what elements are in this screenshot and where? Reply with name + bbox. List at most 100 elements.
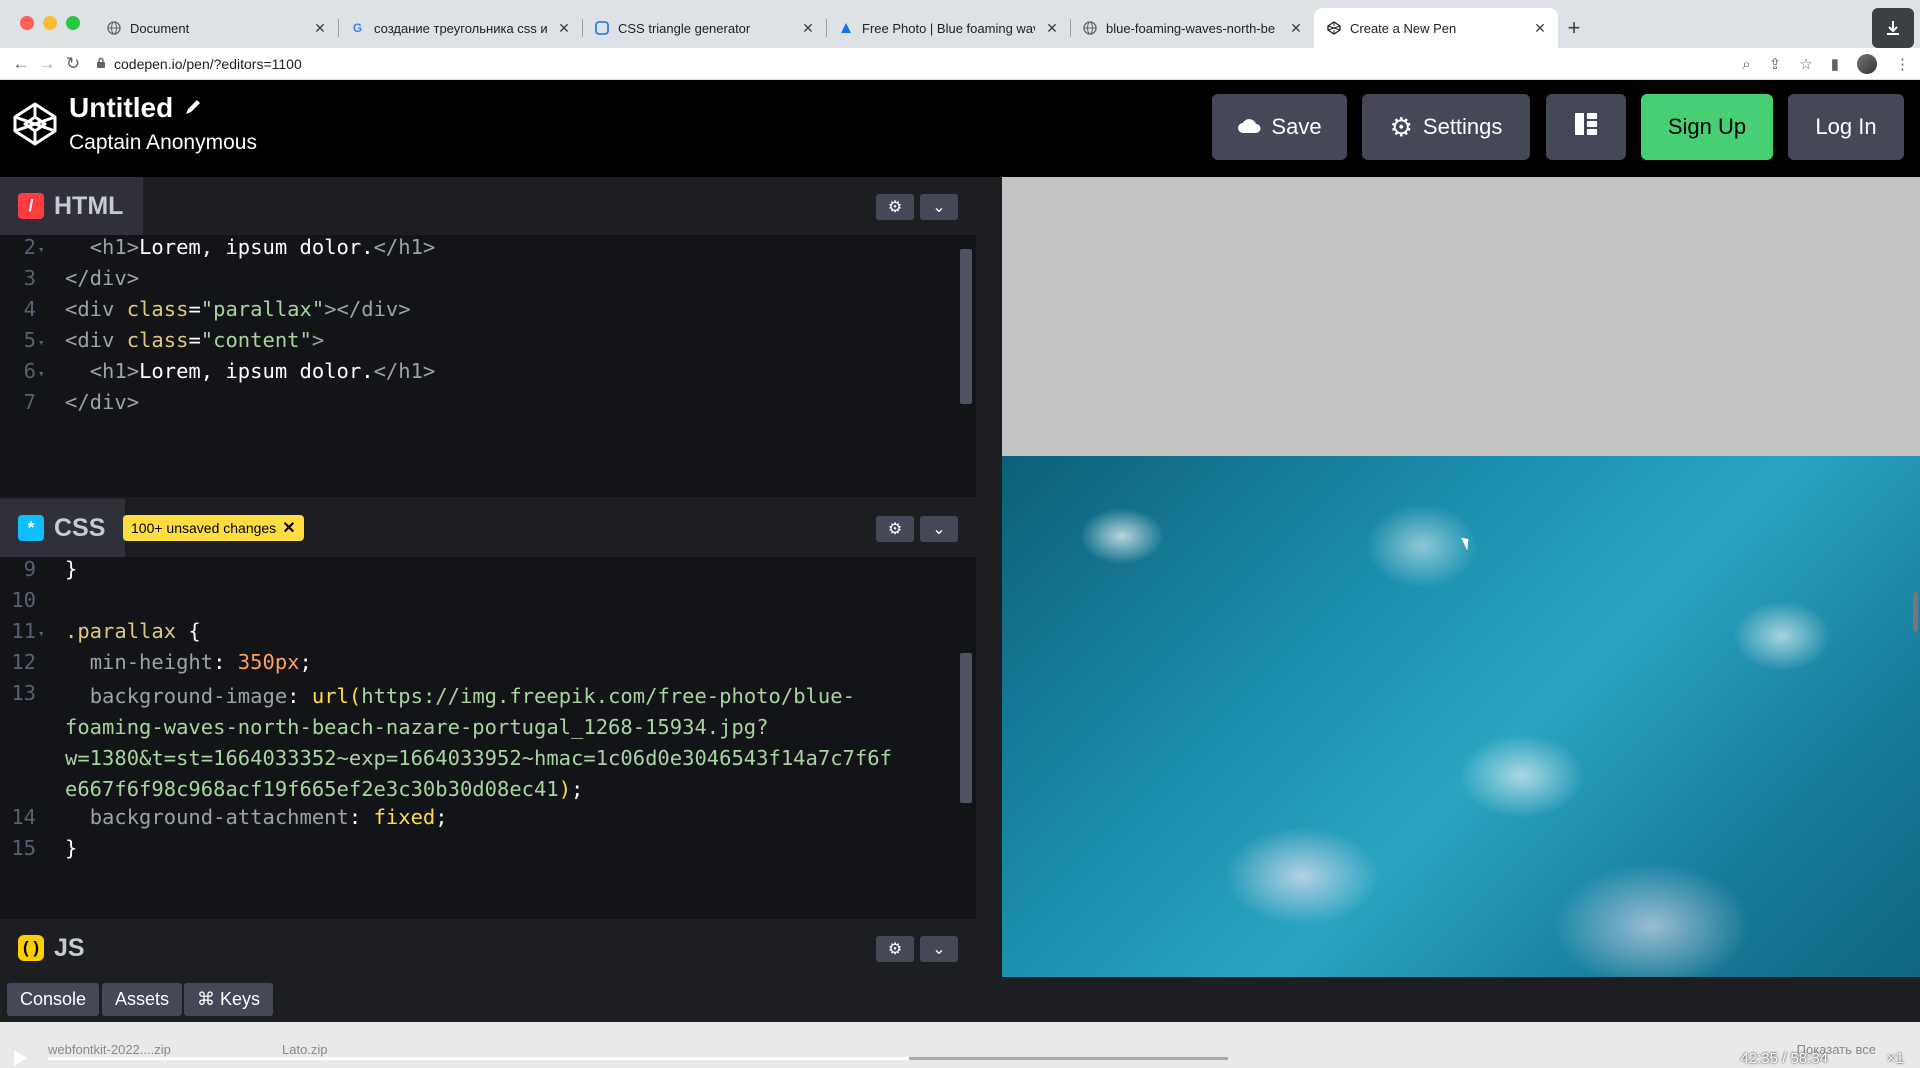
- download-item[interactable]: Lato.zip: [282, 1042, 328, 1057]
- edit-pencil-icon[interactable]: [183, 92, 203, 124]
- close-tab-icon[interactable]: ✕: [1044, 20, 1060, 37]
- css-editor-label: CSS: [54, 513, 106, 542]
- line-number: 14: [11, 805, 36, 829]
- close-tab-icon[interactable]: ✕: [556, 20, 572, 37]
- css-code-area[interactable]: 9} 10 11 ▾ .parallax { 12 min-height: 350p…: [0, 557, 976, 919]
- tab-title: blue-foaming-waves-north-be: [1106, 20, 1276, 36]
- forward-icon[interactable]: →: [34, 54, 60, 74]
- js-settings-button[interactable]: ⚙: [876, 936, 914, 962]
- close-window-button[interactable]: [20, 16, 34, 30]
- html-settings-button[interactable]: ⚙: [876, 194, 914, 220]
- browser-tab[interactable]: blue-foaming-waves-north-be ✕: [1070, 8, 1314, 48]
- url-field[interactable]: codepen.io/pen/?editors=1100: [96, 56, 302, 72]
- keys-button[interactable]: ⌘ Keys: [184, 983, 274, 1016]
- line-number: 12: [11, 650, 36, 674]
- code-line: 12 min-height: 350px;: [0, 650, 312, 681]
- browser-tab-active[interactable]: Create a New Pen ✕: [1314, 8, 1558, 48]
- close-tab-icon[interactable]: ✕: [312, 20, 328, 37]
- code-line: 7 </div>: [0, 390, 139, 421]
- browser-tab[interactable]: Document ✕: [94, 8, 338, 48]
- line-number: 5: [23, 328, 36, 352]
- maximize-window-button[interactable]: [66, 16, 80, 30]
- cloud-icon: [1237, 114, 1261, 140]
- html-scrollbar[interactable]: [960, 249, 972, 404]
- globe-icon: [106, 21, 121, 36]
- log-in-label: Log In: [1815, 114, 1877, 139]
- google-icon: G: [352, 21, 363, 35]
- browser-tab[interactable]: G создание треугольника css и ✕: [338, 8, 582, 48]
- globe-icon: [1082, 21, 1097, 36]
- css-editor-tab[interactable]: * CSS: [0, 499, 126, 557]
- js-editor-header: ( ) JS ⚙ ⌄: [0, 919, 976, 977]
- pen-author: Captain Anonymous: [69, 131, 257, 154]
- menu-dots-icon[interactable]: ⋮: [1895, 55, 1910, 73]
- change-view-button[interactable]: [1546, 94, 1626, 160]
- fold-arrow-icon[interactable]: ▾: [38, 328, 50, 359]
- save-button[interactable]: Save: [1212, 94, 1347, 160]
- parallax-image: [1002, 456, 1920, 977]
- settings-button[interactable]: ⚙ Settings: [1362, 94, 1530, 160]
- sidebar-icon[interactable]: ▮: [1831, 55, 1839, 73]
- log-in-button[interactable]: Log In: [1788, 94, 1904, 160]
- assets-button[interactable]: Assets: [102, 983, 183, 1016]
- zoom-icon[interactable]: ⌕: [1742, 56, 1750, 73]
- back-icon[interactable]: ←: [8, 54, 34, 74]
- preview-pane[interactable]: [1002, 177, 1920, 977]
- close-tab-icon[interactable]: ✕: [1532, 20, 1548, 37]
- reload-icon[interactable]: ↻: [60, 54, 86, 74]
- pen-title[interactable]: Untitled: [69, 92, 203, 124]
- new-tab-button[interactable]: +: [1558, 8, 1590, 48]
- line-number: 11: [11, 619, 36, 643]
- chevron-down-icon: ⌄: [932, 521, 946, 538]
- line-number: 6: [23, 359, 36, 383]
- resize-gutter[interactable]: [976, 177, 1002, 977]
- browser-tab[interactable]: Free Photo | Blue foaming wave ✕: [826, 8, 1070, 48]
- generator-icon: [594, 21, 609, 36]
- unsaved-changes-badge[interactable]: 100+ unsaved changes ✕: [123, 515, 304, 541]
- html-code-area[interactable]: 2 ▾ <h1>Lorem, ipsum dolor.</h1> 3 </div> …: [0, 235, 976, 497]
- fold-arrow-icon[interactable]: ▾: [38, 619, 50, 650]
- line-number: 4: [23, 297, 36, 321]
- code-line: 3 </div>: [0, 266, 139, 297]
- lock-icon: [96, 56, 106, 72]
- close-icon[interactable]: ✕: [282, 518, 295, 538]
- sign-up-button[interactable]: Sign Up: [1641, 94, 1773, 160]
- code-line: 10: [0, 588, 65, 619]
- close-tab-icon[interactable]: ✕: [1288, 20, 1304, 37]
- html-collapse-button[interactable]: ⌄: [920, 194, 958, 220]
- close-tab-icon[interactable]: ✕: [800, 20, 816, 37]
- playback-speed[interactable]: ×1: [1887, 1050, 1904, 1067]
- share-icon[interactable]: ⇪: [1769, 55, 1782, 73]
- html-editor-tab[interactable]: / HTML: [0, 177, 144, 235]
- fold-arrow-icon[interactable]: ▾: [38, 359, 50, 390]
- url-text: codepen.io/pen/?editors=1100: [114, 55, 302, 72]
- line-number: 13: [11, 681, 36, 705]
- code-line: 4 <div class="parallax"></div>: [0, 297, 411, 328]
- video-time: 42:35 / 58:34: [1740, 1050, 1828, 1067]
- js-editor-tab[interactable]: ( ) JS: [0, 919, 105, 977]
- css-scrollbar[interactable]: [960, 653, 972, 803]
- preview-scrollbar[interactable]: [1913, 592, 1918, 632]
- js-collapse-button[interactable]: ⌄: [920, 936, 958, 962]
- css-collapse-button[interactable]: ⌄: [920, 516, 958, 542]
- fold-arrow-icon[interactable]: ▾: [38, 235, 50, 266]
- avatar[interactable]: [1857, 54, 1877, 74]
- js-editor-label: JS: [54, 933, 85, 962]
- download-item[interactable]: webfontkit-2022....zip: [48, 1042, 171, 1057]
- console-button[interactable]: Console: [7, 983, 100, 1016]
- save-label: Save: [1271, 114, 1322, 139]
- css-settings-button[interactable]: ⚙: [876, 516, 914, 542]
- browser-tab[interactable]: CSS triangle generator ✕: [582, 8, 826, 48]
- code-line: 5 ▾ <div class="content">: [0, 328, 325, 359]
- line-number: 15: [11, 836, 36, 860]
- browser-tab-bar: Document ✕ G создание треугольника css и…: [0, 0, 1920, 48]
- video-player-bar: webfontkit-2022....zip Lato.zip Показать…: [0, 1022, 1920, 1068]
- codepen-logo-icon[interactable]: [12, 101, 58, 147]
- html-icon: /: [18, 193, 44, 219]
- minimize-window-button[interactable]: [43, 16, 57, 30]
- bookmark-star-icon[interactable]: ☆: [1799, 55, 1812, 73]
- gear-icon: ⚙: [1389, 111, 1413, 142]
- sign-up-label: Sign Up: [1667, 114, 1747, 139]
- play-icon[interactable]: [14, 1050, 27, 1066]
- download-icon[interactable]: [1872, 8, 1914, 48]
